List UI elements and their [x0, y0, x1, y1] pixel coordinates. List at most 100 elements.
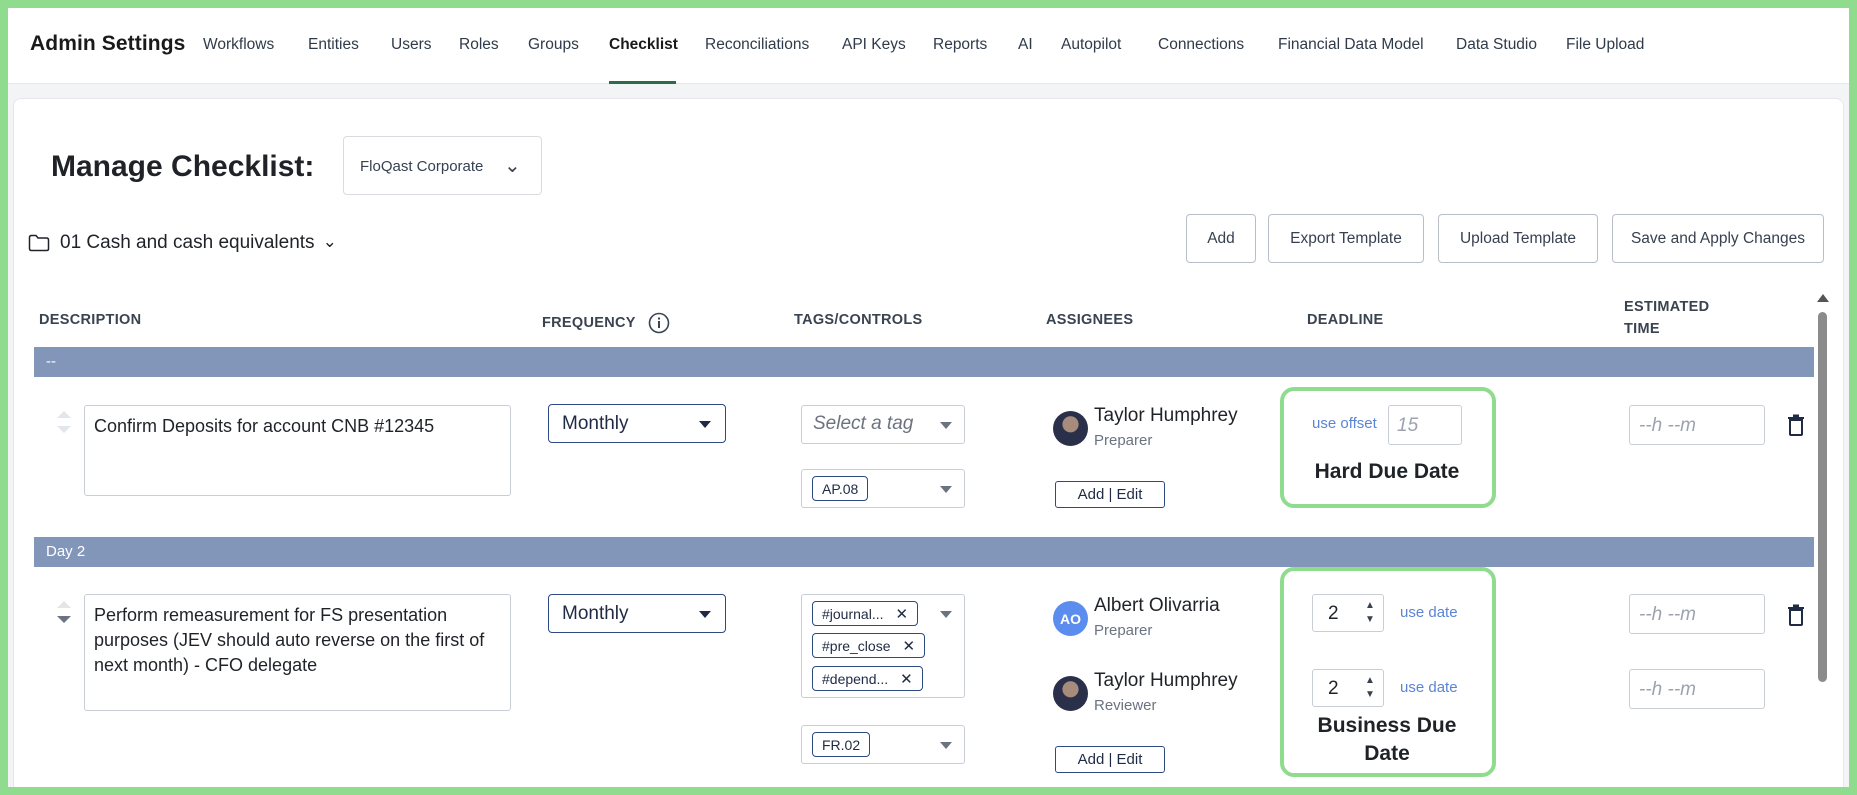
estimated-time-input[interactable]: --h --m — [1629, 669, 1765, 709]
avatar — [1053, 411, 1088, 446]
scrollbar-thumb[interactable] — [1818, 312, 1827, 682]
remove-tag-icon[interactable]: ✕ — [895, 605, 908, 623]
tag-chip: #depend... ✕ — [812, 666, 923, 691]
stepper-icon[interactable]: ▲ ▼ — [1363, 674, 1377, 702]
col-tags: TAGS/CONTROLS — [794, 312, 923, 328]
group-header: Day 2 — [34, 537, 1814, 567]
group-header: -- — [34, 347, 1814, 377]
stepper-icon[interactable]: ▲ ▼ — [1363, 599, 1377, 627]
active-tab-indicator — [609, 81, 676, 84]
page-title: Manage Checklist: — [51, 150, 315, 183]
offset-input[interactable]: 15 — [1388, 405, 1462, 445]
control-select[interactable]: AP.08 — [801, 469, 965, 508]
folder-label: 01 Cash and cash equivalents — [60, 232, 315, 253]
description-field[interactable]: Perform remeasurement for FS presentatio… — [84, 594, 511, 711]
tab-ai[interactable]: AI — [1018, 36, 1033, 54]
tab-groups[interactable]: Groups — [528, 36, 579, 54]
frequency-select[interactable]: Monthly — [548, 594, 726, 633]
assignee-name: Taylor Humphrey — [1094, 405, 1238, 426]
move-up-icon — [57, 411, 71, 418]
scroll-up-icon[interactable] — [1817, 294, 1829, 302]
tag-chip: #journal... ✕ — [812, 601, 919, 626]
frequency-select[interactable]: Monthly — [548, 404, 726, 443]
tab-financial-data-model[interactable]: Financial Data Model — [1278, 36, 1424, 54]
caret-down-icon — [940, 742, 952, 749]
caret-down-icon — [699, 611, 711, 618]
description-field[interactable]: Confirm Deposits for account CNB #12345 — [84, 405, 511, 496]
trash-icon[interactable] — [1787, 414, 1805, 436]
tab-roles[interactable]: Roles — [459, 36, 499, 54]
preparer-day-input[interactable]: 2 ▲ ▼ — [1312, 594, 1384, 632]
control-chip: FR.02 — [812, 732, 871, 757]
reorder-handle[interactable] — [57, 601, 71, 623]
tag-chip: #pre_close ✕ — [812, 633, 926, 658]
offset-placeholder: 15 — [1397, 415, 1419, 436]
save-apply-button[interactable]: Save and Apply Changes — [1612, 214, 1824, 263]
assignee-role: Preparer — [1094, 622, 1153, 639]
col-estimated-time: ESTIMATED TIME — [1624, 299, 1710, 337]
add-button[interactable]: Add — [1186, 214, 1256, 263]
assignee-name: Albert Olivarria — [1094, 595, 1220, 616]
col-assignees: ASSIGNEES — [1046, 312, 1134, 328]
frequency-value: Monthly — [562, 603, 629, 624]
preparer-day-value: 2 — [1328, 603, 1339, 624]
export-template-button[interactable]: Export Template — [1268, 214, 1424, 263]
tab-api-keys[interactable]: API Keys — [842, 36, 906, 54]
frequency-value: Monthly — [562, 413, 629, 434]
reviewer-day-value: 2 — [1328, 678, 1339, 699]
reorder-handle[interactable] — [57, 411, 71, 433]
assignee-role: Preparer — [1094, 432, 1153, 449]
tab-connections[interactable]: Connections — [1158, 36, 1244, 54]
estimated-time-placeholder: --h --m — [1639, 415, 1696, 436]
tab-autopilot[interactable]: Autopilot — [1061, 36, 1121, 54]
move-up-icon — [57, 601, 71, 608]
use-offset-link[interactable]: use offset — [1312, 415, 1377, 432]
group-label: -- — [46, 353, 56, 370]
nav-brand: Admin Settings — [30, 32, 186, 55]
estimated-time-input[interactable]: --h --m — [1629, 405, 1765, 445]
estimated-time-placeholder: --h --m — [1639, 679, 1696, 700]
tab-users[interactable]: Users — [391, 36, 431, 54]
tab-checklist[interactable]: Checklist — [609, 36, 678, 54]
avatar — [1053, 676, 1088, 711]
tag-select[interactable]: #journal... ✕ #pre_close ✕ #depend... ✕ — [801, 594, 965, 698]
control-select[interactable]: FR.02 — [801, 725, 965, 764]
reviewer-day-input[interactable]: 2 ▲ ▼ — [1312, 669, 1384, 707]
remove-tag-icon[interactable]: ✕ — [903, 637, 916, 655]
caret-down-icon — [699, 421, 711, 428]
tab-entities[interactable]: Entities — [308, 36, 359, 54]
tab-file-upload[interactable]: File Upload — [1566, 36, 1644, 54]
use-date-link[interactable]: use date — [1400, 679, 1458, 696]
avatar: AO — [1053, 601, 1088, 636]
folder-selector[interactable]: 01 Cash and cash equivalents ⌄ — [28, 228, 337, 258]
upload-template-button[interactable]: Upload Template — [1438, 214, 1598, 263]
add-edit-assignees-button[interactable]: Add | Edit — [1055, 481, 1165, 508]
col-frequency: FREQUENCY — [542, 315, 636, 331]
tab-reconciliations[interactable]: Reconciliations — [705, 36, 809, 54]
estimated-time-input[interactable]: --h --m — [1629, 594, 1765, 634]
add-edit-assignees-button[interactable]: Add | Edit — [1055, 746, 1165, 773]
top-nav: Admin Settings Workflows Entities Users … — [8, 8, 1849, 84]
tab-workflows[interactable]: Workflows — [203, 36, 274, 54]
entity-select[interactable]: FloQast Corporate ⌄ — [343, 136, 542, 195]
col-deadline: DEADLINE — [1307, 312, 1384, 328]
tab-reports[interactable]: Reports — [933, 36, 987, 54]
move-down-icon — [57, 616, 71, 623]
estimated-time-placeholder: --h --m — [1639, 604, 1696, 625]
assignee-name: Taylor Humphrey — [1094, 670, 1238, 691]
tab-data-studio[interactable]: Data Studio — [1456, 36, 1537, 54]
use-date-link[interactable]: use date — [1400, 604, 1458, 621]
chevron-down-icon: ⌄ — [322, 232, 337, 251]
folder-icon — [28, 234, 50, 252]
app-frame: Admin Settings Workflows Entities Users … — [0, 0, 1857, 795]
group-label: Day 2 — [46, 543, 86, 560]
move-down-icon — [57, 426, 71, 433]
caret-down-icon — [940, 422, 952, 429]
trash-icon[interactable] — [1787, 604, 1805, 626]
tag-placeholder: Select a tag — [813, 413, 914, 434]
info-icon[interactable] — [648, 312, 670, 334]
control-chip: AP.08 — [812, 476, 869, 501]
col-description: DESCRIPTION — [39, 312, 142, 328]
tag-select[interactable]: Select a tag — [801, 405, 965, 444]
remove-tag-icon[interactable]: ✕ — [900, 670, 913, 688]
